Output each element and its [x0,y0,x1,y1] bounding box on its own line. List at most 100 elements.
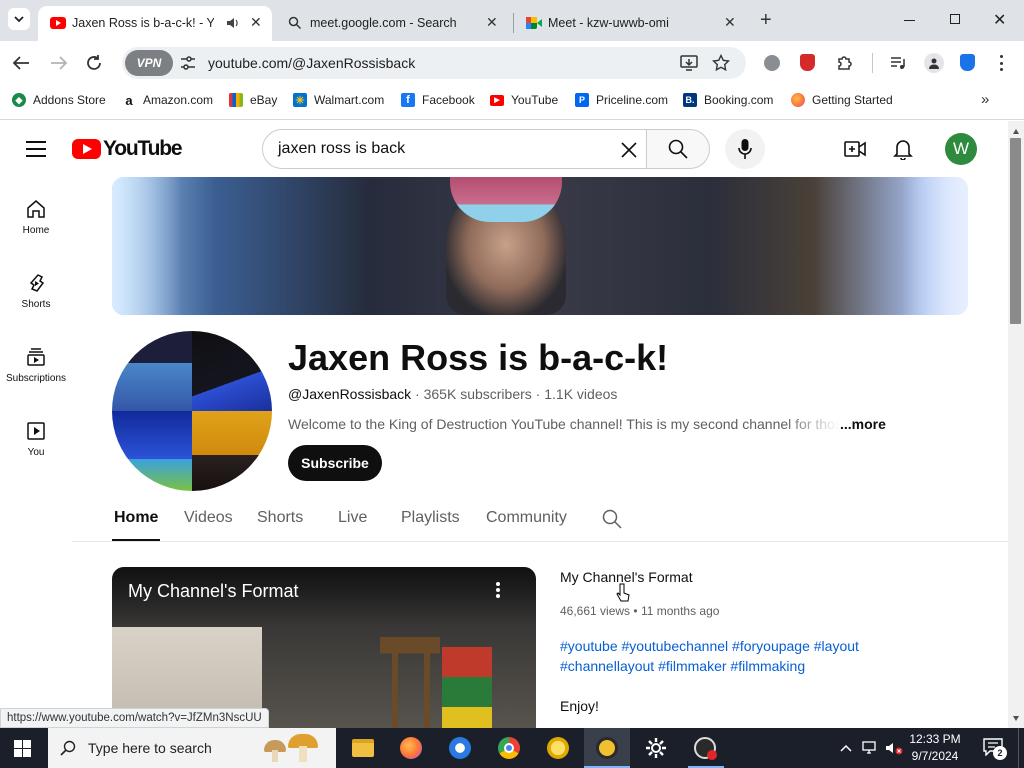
tab-home[interactable]: Home [114,509,158,527]
tab-google-meet[interactable]: Meet - kzw-uwwb-omi ✕ [516,6,750,41]
sidebar-item-home[interactable]: Home [0,199,72,236]
youtube-favicon [50,17,66,29]
featured-video-stats: 46,661 views • 11 months ago [560,604,719,618]
back-icon[interactable] [12,55,30,71]
more-bookmarks-icon[interactable]: » [981,91,989,108]
coin-app-taskbar-icon[interactable] [547,737,569,759]
firefox-taskbar-icon[interactable] [400,737,422,759]
channel-name: Jaxen Ross is b-a-c-k! [288,337,669,378]
tab-videos[interactable]: Videos [184,509,233,527]
tab-strip: Jaxen Ross is b-a-c-k! - You ✕ meet.goog… [0,0,1024,41]
taskbar-search-box[interactable]: Type here to search [48,728,336,768]
extension-blue-shield-icon[interactable] [960,54,975,71]
recorder-app-taskbar-icon[interactable] [694,737,717,760]
close-tab-icon[interactable]: ✕ [724,14,736,31]
youtube-logo[interactable]: YouTube [72,137,183,161]
address-bar[interactable]: VPN youtube.com/@JaxenRossisback [122,47,746,79]
profile-icon[interactable] [924,53,944,73]
chrome-taskbar-icon[interactable] [498,737,520,759]
firefox-icon [791,93,805,107]
search-highlight-mushroom-icon [262,734,324,764]
featured-video-player[interactable]: My Channel's Format [112,567,536,728]
settings-gear-icon[interactable] [645,737,667,759]
tab-live[interactable]: Live [338,509,367,527]
minimize-button[interactable] [904,20,915,21]
hashtags-line-2[interactable]: #channellayout #filmmaker #filmmaking [560,658,805,674]
sidebar-item-you[interactable]: You [0,421,72,458]
hashtags-line-1[interactable]: #youtube #youtubechannel #foryoupage #la… [560,638,859,654]
tab-playlists[interactable]: Playlists [401,509,460,527]
clear-search-icon[interactable] [620,141,638,159]
bookmark-label: Addons Store [33,93,106,107]
site-settings-icon[interactable] [180,56,196,70]
bookmark-addons-store[interactable]: ◆ Addons Store [12,93,106,107]
mouse-pointer-icon [616,583,630,602]
sidebar-item-subscriptions[interactable]: Subscriptions [0,347,72,384]
extension-shield-icon[interactable] [800,54,815,71]
tab-google-search[interactable]: meet.google.com - Search ✕ [276,6,510,41]
more-link[interactable]: ...more [840,416,886,432]
restore-button[interactable] [950,14,960,24]
bookmark-priceline[interactable]: P Priceline.com [575,93,668,107]
start-button[interactable] [14,740,31,757]
page-scrollbar[interactable] [1008,121,1024,728]
walmart-icon: ✳ [293,93,307,107]
tab-search-button[interactable] [8,8,30,30]
status-url: https://www.youtube.com/watch?v=JfZMn3Ns… [7,712,262,724]
hamburger-menu-icon[interactable] [26,141,46,157]
close-window-button[interactable]: ✕ [993,10,1006,30]
close-tab-icon[interactable]: ✕ [250,14,262,31]
speaker-icon[interactable] [226,17,240,29]
url-text[interactable]: youtube.com/@JaxenRossisback [208,55,415,71]
browser-menu-icon[interactable] [999,55,1003,71]
new-tab-button[interactable]: + [760,10,772,30]
video-overlay-title[interactable]: My Channel's Format [128,581,299,602]
channel-search-icon[interactable] [602,509,622,529]
forward-icon[interactable] [50,55,68,71]
bookmark-walmart[interactable]: ✳ Walmart.com [293,93,384,107]
close-tab-icon[interactable]: ✕ [486,14,498,31]
scrollbar-thumb[interactable] [1010,138,1021,324]
tab-community[interactable]: Community [486,509,567,527]
bookmark-facebook[interactable]: f Facebook [401,93,475,107]
scroll-up-arrow[interactable] [1013,129,1019,134]
search-input[interactable]: jaxen ross is back [278,140,405,158]
amazon-icon: a [122,93,136,108]
video-more-options-icon[interactable] [496,582,500,598]
network-icon[interactable] [862,741,878,755]
active-app-taskbar-icon[interactable] [584,728,630,768]
bookmark-amazon[interactable]: a Amazon.com [122,93,213,108]
search-button[interactable] [646,129,710,169]
volume-muted-icon[interactable] [885,741,903,755]
media-control-icon[interactable] [890,56,906,70]
show-desktop-button[interactable] [1018,728,1024,768]
voice-search-button[interactable] [725,129,765,169]
account-avatar[interactable]: W [945,133,977,165]
install-app-icon[interactable] [680,55,698,71]
extension-gray-icon[interactable] [764,55,780,71]
browser-blue-taskbar-icon[interactable] [449,737,471,759]
reload-icon[interactable] [85,54,103,72]
meta-separator: · [535,386,545,402]
file-explorer-icon[interactable] [352,739,374,757]
bookmark-star-icon[interactable] [712,54,730,72]
bookmark-getting-started[interactable]: Getting Started [791,93,893,107]
clock[interactable]: 12:33 PM 9/7/2024 [902,731,968,765]
notifications-bell-icon[interactable] [893,138,913,160]
sidebar-item-shorts[interactable]: Shorts [0,273,72,310]
create-video-icon[interactable] [844,140,866,158]
extensions-puzzle-icon[interactable] [836,54,854,72]
channel-banner [112,177,968,315]
bookmark-youtube[interactable]: ▶ YouTube [490,93,558,107]
subscribe-button[interactable]: Subscribe [288,445,382,481]
tab-youtube-channel[interactable]: Jaxen Ross is b-a-c-k! - You ✕ [38,6,272,41]
vpn-badge[interactable]: VPN [125,50,173,76]
notification-center-button[interactable]: 2 [983,738,1007,760]
search-box[interactable]: jaxen ross is back [262,129,647,169]
scroll-down-arrow[interactable] [1013,716,1019,721]
bookmark-ebay[interactable]: eBay [229,93,277,107]
bookmark-booking[interactable]: B. Booking.com [683,93,773,107]
channel-description[interactable]: Welcome to the King of Destruction YouTu… [288,416,888,436]
tab-shorts[interactable]: Shorts [257,509,303,527]
tray-chevron-up-icon[interactable] [840,744,852,752]
